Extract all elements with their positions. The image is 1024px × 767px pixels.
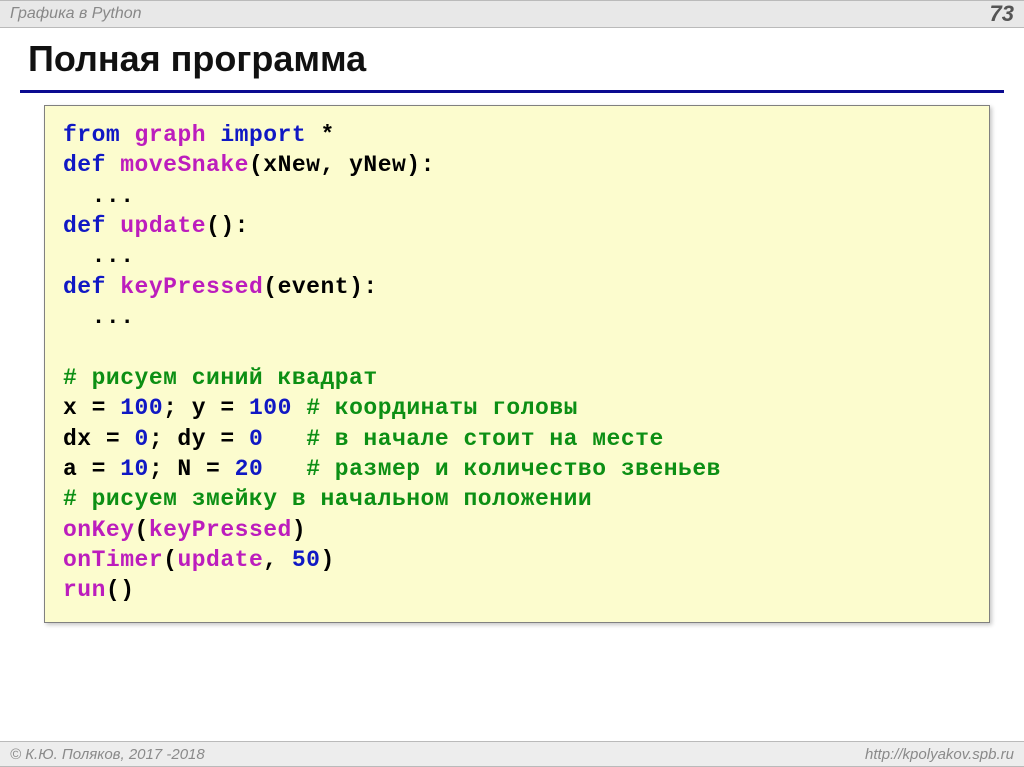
- num-20: 20: [235, 456, 264, 482]
- title-area: Полная программа: [0, 28, 1024, 86]
- num-100-1: 100: [120, 395, 163, 421]
- header-bar: Графика в Python 73: [0, 0, 1024, 28]
- call-onKey: onKey: [63, 517, 135, 543]
- ellipsis-2: ...: [63, 243, 135, 269]
- call-onTimer: onTimer: [63, 547, 163, 573]
- slide-title: Полная программа: [28, 38, 996, 80]
- kw-def-3: def: [63, 274, 106, 300]
- l14-comma: ,: [263, 547, 292, 573]
- comment-start: # в начале стоит на месте: [306, 426, 664, 452]
- ellipsis-1: ...: [63, 183, 135, 209]
- star: *: [321, 122, 335, 148]
- dx-assign-a: dx =: [63, 426, 135, 452]
- params-1: (xNew, yNew):: [249, 152, 435, 178]
- dx-assign-b: ; dy =: [149, 426, 249, 452]
- run-parens: (): [106, 577, 135, 603]
- num-50: 50: [292, 547, 321, 573]
- comment-1: # рисуем синий квадрат: [63, 365, 378, 391]
- content-area: from graph import * def moveSnake(xNew, …: [0, 93, 1024, 741]
- x-assign-a: x =: [63, 395, 120, 421]
- header-title: Графика в Python: [10, 5, 142, 23]
- fn-keyPressed: keyPressed: [120, 274, 263, 300]
- footer-bar: © К.Ю. Поляков, 2017 -2018 http://kpolya…: [0, 741, 1024, 767]
- fn-moveSnake: moveSnake: [120, 152, 249, 178]
- params-2: ():: [206, 213, 249, 239]
- a-assign-b: ; N =: [149, 456, 235, 482]
- comment-coords: # координаты головы: [306, 395, 578, 421]
- l11-pad: [263, 456, 306, 482]
- kw-def-1: def: [63, 152, 106, 178]
- x-assign-b: ; y =: [163, 395, 249, 421]
- slide: Графика в Python 73 Полная программа fro…: [0, 0, 1024, 767]
- kw-from: from: [63, 122, 120, 148]
- num-0-2: 0: [249, 426, 263, 452]
- page-number: 73: [990, 1, 1014, 27]
- kw-def-2: def: [63, 213, 106, 239]
- arg-update: update: [177, 547, 263, 573]
- l14-lpar: (: [163, 547, 177, 573]
- l9-space: [292, 395, 306, 421]
- module-graph: graph: [135, 122, 207, 148]
- footer-url: http://kpolyakov.spb.ru: [865, 746, 1014, 763]
- comment-size: # размер и количество звеньев: [306, 456, 721, 482]
- fn-update: update: [120, 213, 206, 239]
- kw-import: import: [220, 122, 306, 148]
- ellipsis-3: ...: [63, 304, 135, 330]
- call-run: run: [63, 577, 106, 603]
- params-3: (event):: [263, 274, 377, 300]
- l14-rpar: ): [320, 547, 334, 573]
- num-0-1: 0: [135, 426, 149, 452]
- l13-lpar: (: [135, 517, 149, 543]
- num-100-2: 100: [249, 395, 292, 421]
- l13-rpar: ): [292, 517, 306, 543]
- footer-copyright: © К.Ю. Поляков, 2017 -2018: [10, 746, 205, 763]
- num-10: 10: [120, 456, 149, 482]
- l10-pad: [263, 426, 306, 452]
- comment-2: # рисуем змейку в начальном положении: [63, 486, 592, 512]
- arg-keyPressed: keyPressed: [149, 517, 292, 543]
- code-block: from graph import * def moveSnake(xNew, …: [44, 105, 990, 623]
- a-assign-a: a =: [63, 456, 120, 482]
